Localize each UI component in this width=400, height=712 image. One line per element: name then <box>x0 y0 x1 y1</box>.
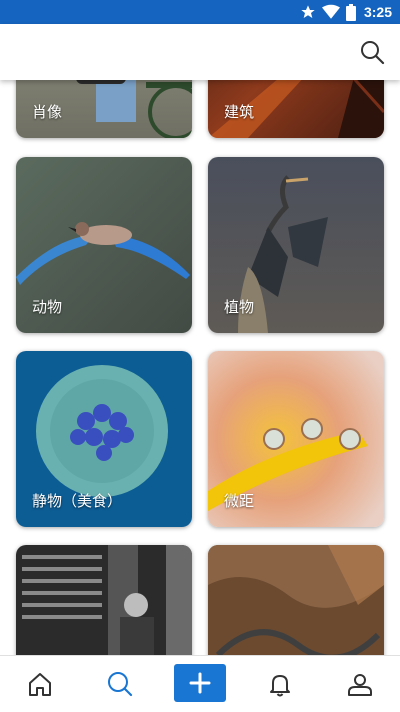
landscape-photo <box>208 545 384 655</box>
wifi-icon <box>321 4 340 19</box>
nav-notifications[interactable] <box>250 656 310 712</box>
add-icon <box>189 672 211 694</box>
category-label: 建筑 <box>224 103 255 121</box>
nav-home[interactable] <box>10 656 70 712</box>
category-card-landscape[interactable] <box>208 545 384 655</box>
category-card-animals[interactable]: 动物 <box>16 157 192 333</box>
category-label: 动物 <box>32 298 63 316</box>
search-icon <box>108 672 133 697</box>
category-card-street[interactable] <box>16 545 192 655</box>
category-card-plants[interactable]: 植物 <box>208 157 384 333</box>
category-grid[interactable]: 肖像 建筑 动物 植物 静物（美食） 微距 <box>0 80 400 655</box>
category-label: 微距 <box>224 492 255 510</box>
nav-search[interactable] <box>90 656 150 712</box>
nav-profile[interactable] <box>330 656 390 712</box>
status-time: 3:25 <box>363 4 392 20</box>
add-button[interactable] <box>174 664 226 702</box>
category-label: 肖像 <box>32 103 63 121</box>
status-bar: 3:25 <box>0 0 400 24</box>
category-card-still-life[interactable]: 静物（美食） <box>16 351 192 527</box>
category-label: 静物（美食） <box>32 492 123 510</box>
category-card-macro[interactable]: 微距 <box>208 351 384 527</box>
profile-icon <box>348 674 372 696</box>
bottom-navigation <box>0 655 400 712</box>
category-card-architecture[interactable]: 建筑 <box>208 80 384 138</box>
category-label: 植物 <box>224 298 255 316</box>
search-icon[interactable] <box>358 38 386 66</box>
category-card-portrait[interactable]: 肖像 <box>16 80 192 138</box>
street-photo <box>16 545 192 655</box>
bell-icon <box>270 675 290 697</box>
battery-icon <box>345 3 356 21</box>
home-icon <box>29 673 51 696</box>
star-icon <box>301 5 315 18</box>
top-app-bar <box>0 24 400 80</box>
